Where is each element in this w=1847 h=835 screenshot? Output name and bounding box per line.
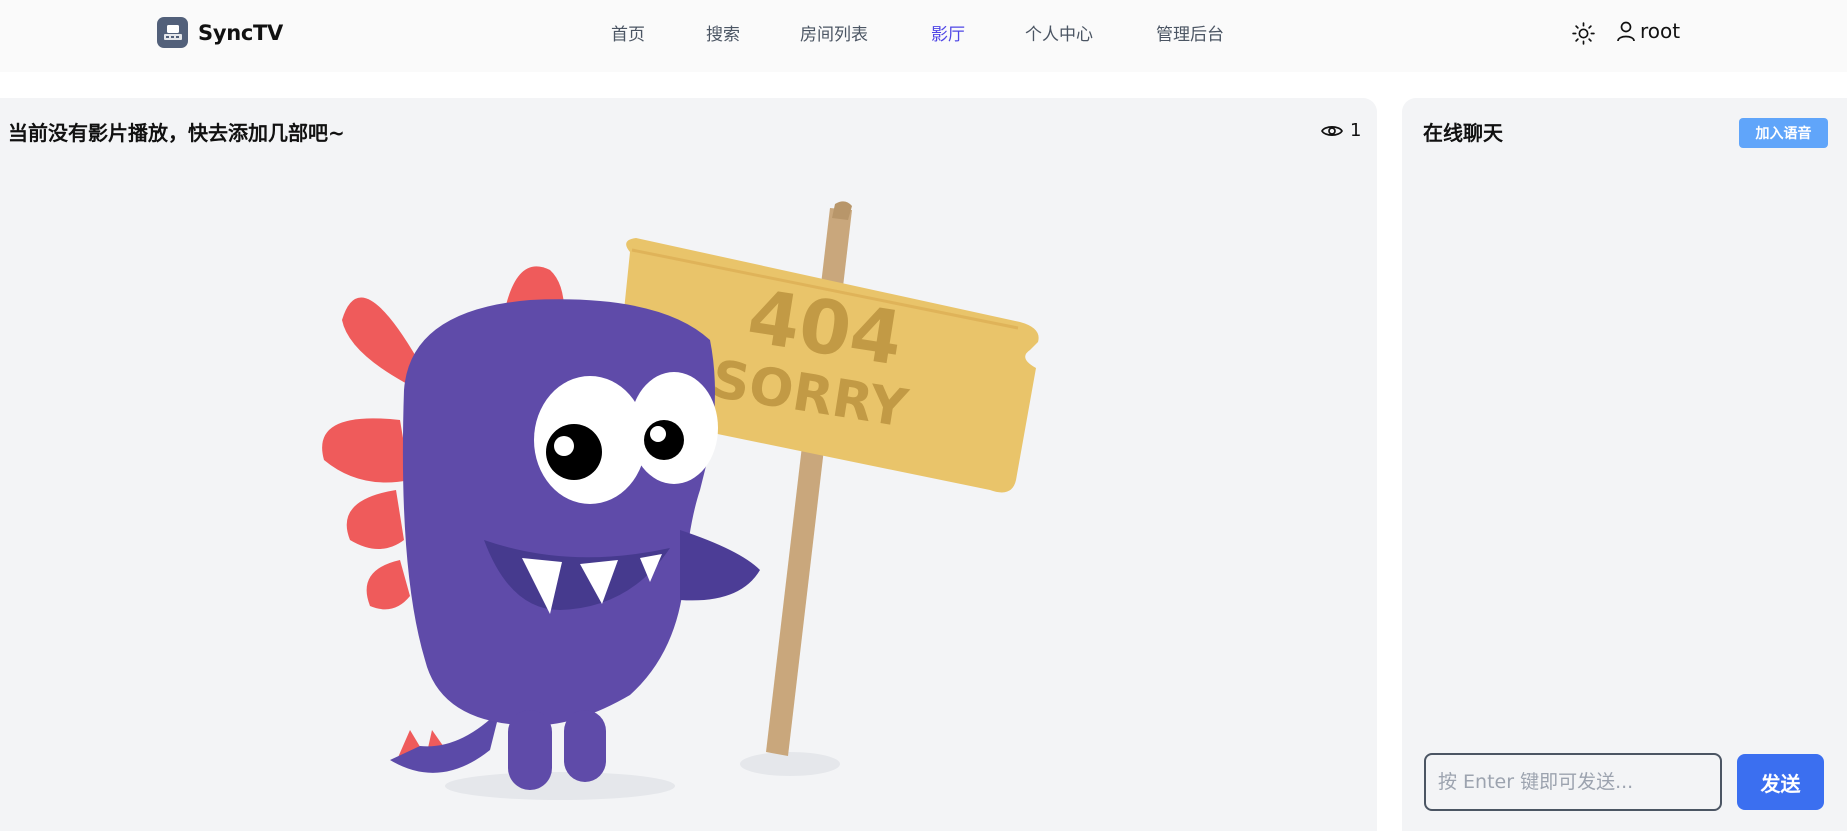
player-title: 当前没有影片播放，快去添加几部吧~ bbox=[8, 121, 345, 145]
nav-item-search[interactable]: 搜索 bbox=[706, 20, 740, 45]
brand-home-link[interactable]: SyncTV bbox=[157, 17, 283, 48]
join-voice-button[interactable]: 加入语音 bbox=[1739, 118, 1828, 148]
empty-player-illustration: 404 SORRY bbox=[300, 190, 1070, 831]
user-name: root bbox=[1640, 19, 1681, 43]
nav-item-admin[interactable]: 管理后台 bbox=[1156, 20, 1224, 45]
tv-logo-icon bbox=[157, 17, 188, 48]
user-icon bbox=[1617, 21, 1635, 42]
eye-icon bbox=[1321, 125, 1343, 136]
brand-name: SyncTV bbox=[198, 20, 283, 45]
chat-message-input[interactable] bbox=[1424, 753, 1722, 811]
theme-toggle-button[interactable] bbox=[1571, 21, 1596, 46]
nav-item-profile[interactable]: 个人中心 bbox=[1025, 20, 1093, 45]
send-message-button[interactable]: 发送 bbox=[1737, 754, 1824, 810]
chat-panel bbox=[1402, 98, 1847, 831]
nav-item-home[interactable]: 首页 bbox=[611, 20, 645, 45]
nav-item-cinema[interactable]: 影厅 bbox=[931, 20, 965, 45]
nav-item-room-list[interactable]: 房间列表 bbox=[800, 20, 868, 45]
chat-title: 在线聊天 bbox=[1423, 121, 1503, 145]
top-navbar: SyncTV 首页 搜索 房间列表 影厅 个人中心 管理后台 root bbox=[0, 0, 1847, 72]
user-menu[interactable]: root bbox=[1616, 19, 1680, 43]
viewer-count-number: 1 bbox=[1350, 120, 1362, 141]
sun-icon bbox=[1572, 22, 1595, 45]
viewer-count: 1 bbox=[1321, 120, 1361, 141]
